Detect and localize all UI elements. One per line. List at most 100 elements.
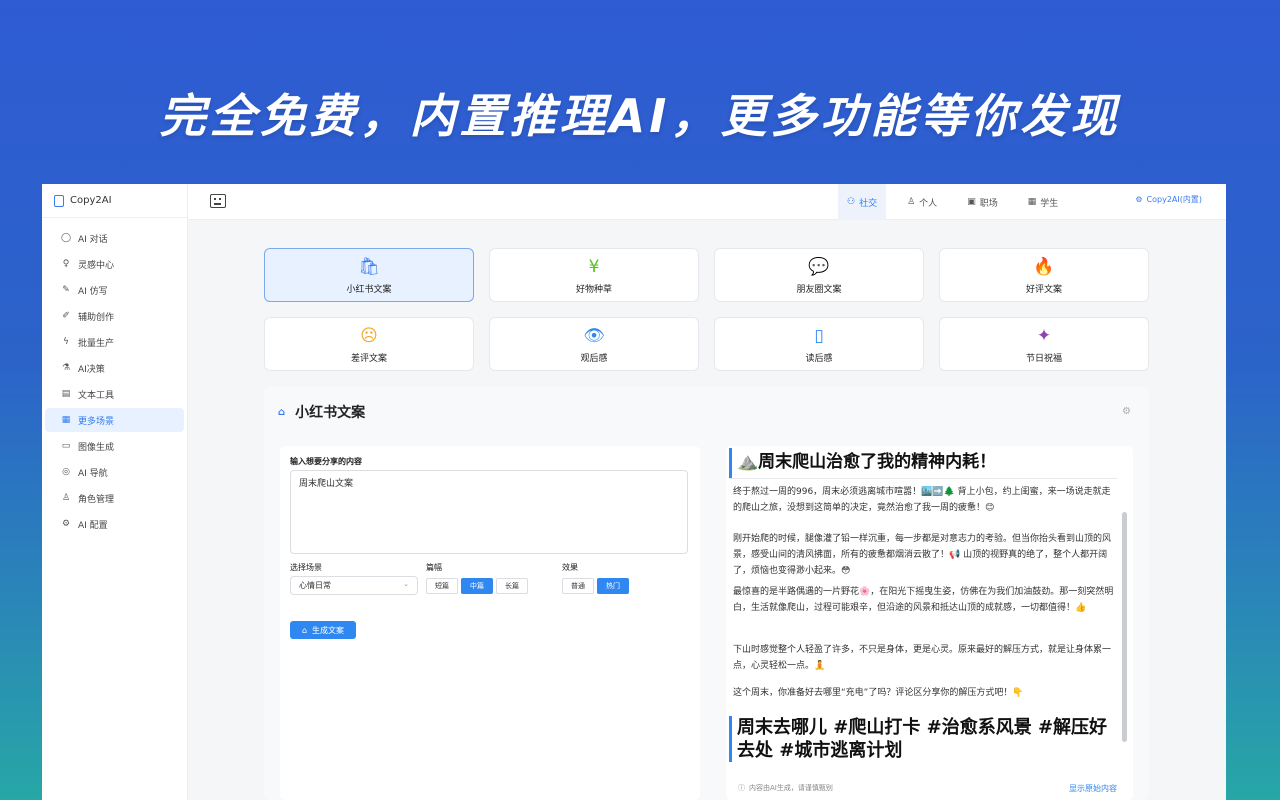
- bag-icon: 🛍: [358, 257, 380, 277]
- pen-icon: ✎: [62, 285, 70, 295]
- output-paragraph: 下山时感觉整个人轻盈了许多，不只是身体，更是心灵。原来最好的解压方式，就是让身体…: [733, 645, 1112, 671]
- category-tabs: ⚇ 社交 ♙ 个人 ▣ 职场 ▦ 学生: [838, 184, 1079, 220]
- sidebar-item-label: 角色管理: [78, 494, 115, 505]
- sidebar-item-label: 文本工具: [78, 390, 115, 401]
- output-content[interactable]: ⛰️周末爬山治愈了我的精神内耗！ 周末去哪儿 #爬山打卡 #治愈系风景 #解压好…: [726, 446, 1126, 772]
- tab-2[interactable]: ▣ 职场: [958, 184, 1007, 220]
- tab-label: 个人: [919, 198, 938, 209]
- scene-card-label: 观后感: [580, 354, 608, 364]
- promo-banner: 完全免费，内置推理AI，更多功能等你发现: [159, 89, 1121, 143]
- heading-divider: [729, 478, 1117, 479]
- show-original-link[interactable]: 显示原始内容: [1069, 783, 1117, 794]
- scene-card-7[interactable]: ✦ 节日祝福: [939, 317, 1149, 371]
- output-paragraph: 刚开始爬的时候，腿像灌了铅一样沉重，每一步都是对意志力的考验。但当你抬头看到山顶…: [733, 534, 1112, 576]
- sidebar-item-6[interactable]: ▤ 文本工具: [45, 382, 184, 406]
- sidebar-item-8[interactable]: ▭ 图像生成: [45, 434, 184, 458]
- scene-card-4[interactable]: ☹ 差评文案: [264, 317, 474, 371]
- content-input[interactable]: 周末爬山文案: [290, 470, 688, 554]
- sidebar-item-4[interactable]: ϟ 批量生产: [45, 330, 184, 354]
- sidebar: Copy2AI ◯ AI 对话 ♀ 灵感中心 ✎ AI 仿写 ✐ 辅助创作 ϟ 批量生产 ⚗ AI决策…: [42, 184, 188, 800]
- scene-select[interactable]: 心情日常 ⌄: [290, 576, 418, 595]
- sidebar-item-label: AI 对话: [78, 234, 108, 245]
- compass-icon: ◎: [62, 467, 70, 477]
- sidebar-item-3[interactable]: ✐ 辅助创作: [45, 304, 184, 328]
- bag-icon: ⌂: [278, 406, 286, 418]
- tab-label: 学生: [1040, 198, 1059, 209]
- scene-card-3[interactable]: 🔥 好评文案: [939, 248, 1149, 302]
- output-panel: ⛰️周末爬山治愈了我的精神内耗！ 周末去哪儿 #爬山打卡 #治愈系风景 #解压好…: [726, 446, 1133, 800]
- panel-title-text: 小红书文案: [295, 405, 366, 421]
- sidebar-item-10[interactable]: ♙ 角色管理: [45, 486, 184, 510]
- user-icon: ♙: [907, 197, 916, 207]
- bag-icon: ⌂: [301, 625, 308, 635]
- tab-label: 社交: [859, 198, 878, 209]
- generate-button[interactable]: ⌂ 生成文案: [290, 621, 356, 639]
- sidebar-item-1[interactable]: ♀ 灵感中心: [45, 252, 184, 276]
- eye-icon: 👁: [583, 326, 605, 346]
- bulb-icon: ♀: [62, 259, 70, 269]
- menu-toggle-icon[interactable]: [210, 194, 226, 208]
- hashtags-text: 周末去哪儿 #爬山打卡 #治愈系风景 #解压好去处 #城市逃离计划: [737, 717, 1108, 761]
- settings-icon: ⚙: [61, 519, 71, 529]
- sidebar-item-label: 图像生成: [78, 442, 115, 453]
- bolt-icon: ϟ: [63, 337, 69, 347]
- sidebar-item-0[interactable]: ◯ AI 对话: [45, 226, 184, 250]
- brush-icon: ✐: [62, 311, 70, 321]
- effect-selector: 普通 热门: [562, 578, 632, 594]
- length-option-1[interactable]: 中篇: [461, 578, 493, 594]
- sidebar-nav: ◯ AI 对话 ♀ 灵感中心 ✎ AI 仿写 ✐ 辅助创作 ϟ 批量生产 ⚗ AI决策 ▤ 文本工具 ▦ 更多…: [42, 218, 187, 536]
- scene-card-label: 差评文案: [350, 354, 387, 364]
- sidebar-item-5[interactable]: ⚗ AI决策: [45, 356, 184, 380]
- gear-icon[interactable]: ⚙: [1122, 406, 1131, 417]
- sidebar-item-label: 批量生产: [78, 338, 115, 349]
- scene-card-6[interactable]: ▯ 读后感: [714, 317, 924, 371]
- scene-card-label: 好评文案: [1025, 285, 1062, 295]
- user-label: Copy2AI(内置): [1146, 194, 1202, 204]
- info-icon: ⓘ: [738, 784, 745, 792]
- fire-icon: 🔥: [1033, 257, 1055, 277]
- effect-label: 效果: [562, 563, 578, 572]
- sidebar-item-label: 辅助创作: [78, 312, 115, 323]
- app-window: Copy2AI ◯ AI 对话 ♀ 灵感中心 ✎ AI 仿写 ✐ 辅助创作 ϟ 批量生产 ⚗ AI决策…: [42, 184, 1226, 800]
- effect-option-0[interactable]: 普通: [562, 578, 594, 594]
- output-footer: ⓘ 内容由AI生成，请谨慎甄别 显示原始内容: [726, 776, 1133, 800]
- user-menu[interactable]: ⚙ Copy2AI(内置): [1135, 184, 1202, 214]
- scene-card-label: 好物种草: [575, 285, 612, 295]
- sidebar-item-label: AI 配置: [78, 520, 108, 531]
- topbar: ⚇ 社交 ♙ 个人 ▣ 职场 ▦ 学生 ⚙ Copy2AI(内置): [188, 184, 1226, 220]
- scene-card-label: 读后感: [805, 354, 833, 364]
- sidebar-item-label: 灵感中心: [78, 260, 115, 271]
- scene-card-1[interactable]: ¥ 好物种草: [489, 248, 699, 302]
- scene-card-label: 朋友圈文案: [796, 285, 842, 295]
- effect-option-1[interactable]: 热门: [597, 578, 629, 594]
- image-icon: ▭: [61, 441, 71, 451]
- length-label: 篇幅: [426, 563, 442, 572]
- tab-1[interactable]: ♙ 个人: [898, 184, 946, 220]
- scene-card-5[interactable]: 👁 观后感: [489, 317, 699, 371]
- sidebar-item-7[interactable]: ▦ 更多场景: [45, 408, 184, 432]
- scene-card-label: 小红书文案: [346, 285, 392, 295]
- tab-3[interactable]: ▦ 学生: [1019, 184, 1068, 220]
- sidebar-item-2[interactable]: ✎ AI 仿写: [45, 278, 184, 302]
- length-selector: 短篇 中篇 长篇: [426, 578, 531, 594]
- scene-card-2[interactable]: 💬 朋友圈文案: [714, 248, 924, 302]
- output-paragraph: 最惊喜的是半路偶遇的一片野花🌸，在阳光下摇曳生姿，仿佛在为我们加油鼓劲。那一刻突…: [733, 587, 1114, 613]
- briefcase-icon: ▣: [967, 197, 976, 207]
- sidebar-item-9[interactable]: ◎ AI 导航: [45, 460, 184, 484]
- chevron-down-icon: ⌄: [403, 580, 409, 588]
- output-paragraph: 这个周末，你准备好去哪里“充电”了吗？评论区分享你的解压方式吧！👇: [733, 688, 1024, 698]
- grid-icon: ▦: [1027, 197, 1037, 207]
- user-gear-icon: ♙: [61, 493, 71, 503]
- brand[interactable]: Copy2AI: [42, 184, 187, 218]
- settings-icon: ⚙: [1135, 194, 1143, 204]
- chat-bubble-icon: 💬: [808, 257, 830, 277]
- sidebar-item-11[interactable]: ⚙ AI 配置: [45, 512, 184, 536]
- length-option-0[interactable]: 短篇: [426, 578, 458, 594]
- output-scrollbar[interactable]: [1122, 512, 1127, 742]
- party-icon: ✦: [1036, 326, 1052, 346]
- sidebar-item-label: 更多场景: [78, 416, 115, 427]
- tab-0[interactable]: ⚇ 社交: [838, 184, 887, 220]
- scene-select-value: 心情日常: [299, 581, 331, 590]
- length-option-2[interactable]: 长篇: [496, 578, 528, 594]
- scene-card-0[interactable]: 🛍 小红书文案: [264, 248, 474, 302]
